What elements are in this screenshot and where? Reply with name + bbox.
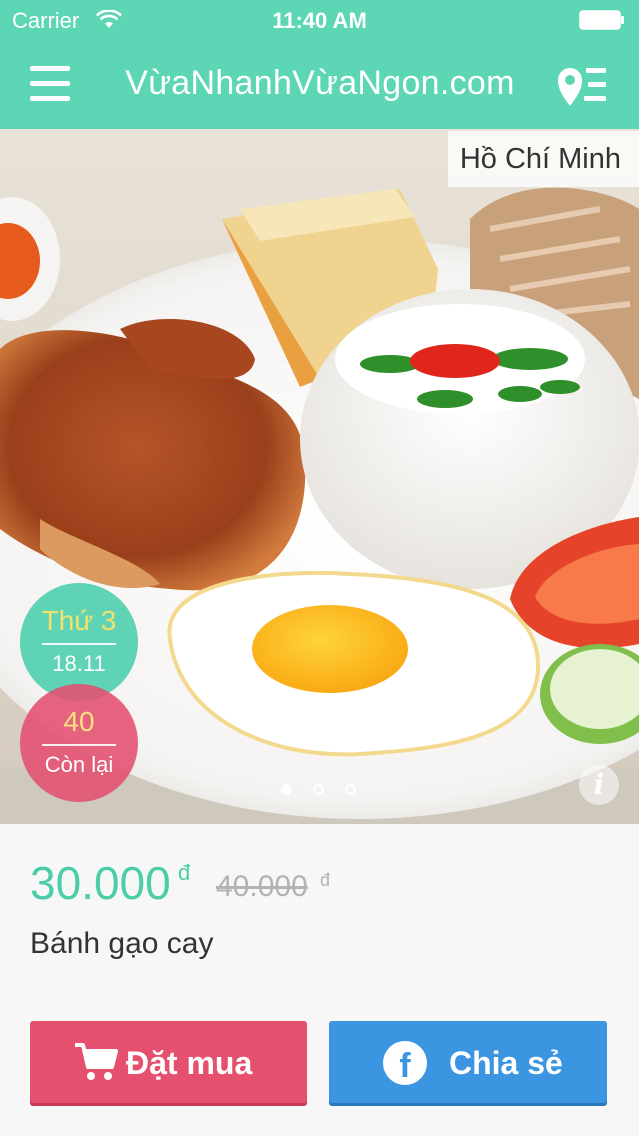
order-button-label: Đặt mua [126,1045,253,1081]
menu-button[interactable] [30,66,72,104]
order-button[interactable]: Đặt mua [30,1021,307,1103]
carousel-pager[interactable] [281,782,377,796]
old-price-currency: đ [320,870,331,890]
day-label: Thứ 3 [41,605,117,636]
info-button[interactable]: i [579,765,619,805]
share-button-label: Chia sẻ [449,1045,563,1081]
status-bar: Carrier 11:40 AM [0,0,639,40]
date-label: 18.11 [52,651,106,676]
remaining-label: Còn lại [44,752,114,777]
pager-dot[interactable] [313,784,324,795]
shopping-cart-icon [75,1043,118,1080]
share-button[interactable]: f Chia sẻ [329,1021,607,1103]
remaining-badge: 40 Còn lại [20,684,138,802]
battery-icon [579,10,624,30]
old-price: 40.000 [216,870,308,903]
remaining-count: 40 [63,706,95,737]
map-pin-list-icon [558,68,606,106]
facebook-icon: f [383,1041,427,1085]
badge-divider [42,643,116,645]
status-time: 11:40 AM [272,8,367,33]
current-price: 30.000 [30,857,171,909]
badge-divider [42,744,116,746]
current-price-currency: đ [178,860,191,885]
location-button[interactable] [556,64,610,108]
hamburger-icon [30,66,70,71]
price-row: 30.000 đ 40.000 đ [30,856,630,916]
product-name: Bánh gạo cay [30,927,214,960]
city-tag[interactable]: Hồ Chí Minh [447,131,639,187]
pager-dot[interactable] [281,784,292,795]
app-header: Carrier 11:40 AM VừaNhanhVừaNgon.com [0,0,639,129]
info-icon: i [593,768,605,801]
pager-dot[interactable] [345,784,356,795]
app-title: VừaNhanhVừaNgon.com [125,64,515,102]
product-image-carousel[interactable]: Hồ Chí Minh Thứ 3 18.11 40 Còn lại i [0,129,639,824]
